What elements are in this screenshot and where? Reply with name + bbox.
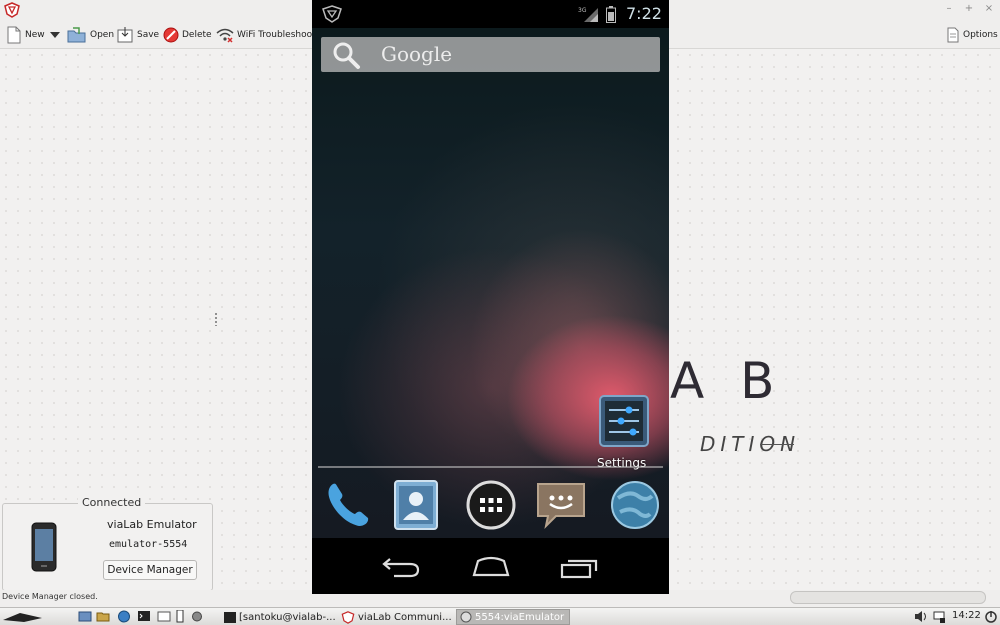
settings-launcher-icon[interactable] — [190, 610, 204, 623]
new-dropdown-button[interactable] — [50, 24, 60, 46]
contacts-icon[interactable] — [389, 478, 443, 532]
settings-icon — [599, 395, 649, 447]
wifi-troubleshooting-button[interactable]: WiFi Troubleshootin — [216, 24, 324, 46]
navigation-bar — [312, 538, 669, 594]
delete-icon — [163, 27, 179, 43]
new-button[interactable]: New — [6, 24, 45, 46]
phone-icon[interactable] — [321, 478, 375, 532]
horizontal-scrollbar[interactable] — [790, 591, 986, 604]
save-icon — [117, 27, 133, 43]
minimize-button[interactable]: – — [944, 2, 954, 16]
options-button-label: Options — [963, 30, 998, 40]
brand-text: A B — [670, 352, 785, 410]
app-logo-icon — [4, 2, 20, 18]
browser-icon[interactable] — [608, 478, 662, 532]
taskbar-item-terminal-label: [santoku@vialab-... — [239, 611, 336, 623]
new-button-label: New — [25, 30, 45, 40]
search-icon — [333, 42, 360, 69]
file-manager-icon[interactable] — [96, 610, 110, 623]
device-manager-button[interactable]: Device Manager — [103, 560, 197, 580]
window-switcher-icon[interactable] — [157, 610, 171, 623]
android-status-bar: 3G 7:22 — [312, 0, 669, 28]
close-window-button[interactable]: × — [984, 2, 994, 16]
open-button[interactable]: Open — [67, 24, 114, 46]
taskbar-clock: 14:22 — [952, 610, 981, 621]
new-document-icon — [7, 26, 21, 44]
home-icon[interactable] — [470, 553, 512, 579]
window-controls: – + × — [944, 2, 994, 16]
wifi-icon — [216, 28, 234, 43]
status-message: Device Manager closed. — [2, 592, 98, 601]
power-icon[interactable] — [984, 610, 998, 623]
maximize-button[interactable]: + — [964, 2, 974, 16]
taskbar-item-emulator[interactable]: 5554:viaEmulator — [456, 609, 570, 625]
device-launcher-icon[interactable] — [176, 610, 184, 623]
back-icon[interactable] — [380, 553, 422, 579]
device-name: viaLab Emulator — [107, 518, 197, 531]
settings-shortcut[interactable]: Settings — [597, 395, 653, 477]
open-button-label: Open — [90, 30, 115, 40]
save-button-label: Save — [137, 30, 160, 40]
vialab-notification-icon — [322, 5, 342, 23]
volume-icon[interactable] — [914, 610, 928, 623]
app-drawer-icon[interactable] — [464, 478, 518, 532]
device-id: emulator-5554 — [109, 539, 188, 550]
terminal-icon — [224, 611, 236, 623]
battery-icon — [606, 6, 616, 23]
splitter-handle[interactable] — [214, 312, 218, 326]
show-desktop-icon[interactable] — [78, 610, 92, 623]
dock-divider — [318, 466, 663, 468]
options-icon — [947, 27, 959, 43]
open-folder-icon — [67, 27, 86, 43]
options-button[interactable]: Options — [946, 24, 998, 46]
network-type-label: 3G — [578, 7, 587, 14]
delete-button-label: Delete — [182, 30, 212, 40]
wifi-troubleshooting-label: WiFi Troubleshootin — [237, 30, 324, 40]
taskbar-item-vialab-label: viaLab Communi... — [358, 611, 452, 623]
browser-launcher-icon[interactable] — [117, 610, 131, 623]
start-menu-icon[interactable] — [2, 610, 44, 623]
phone-device-icon — [31, 522, 57, 572]
messaging-icon[interactable] — [534, 478, 588, 532]
brand-line — [760, 444, 794, 445]
taskbar-item-terminal[interactable]: [santoku@vialab-... — [221, 609, 339, 625]
taskbar-item-vialab[interactable]: viaLab Communi... — [338, 609, 455, 625]
chevron-down-icon — [50, 32, 60, 38]
android-emulator[interactable]: 3G 7:22 Google Settings — [312, 0, 669, 594]
delete-button[interactable]: Delete — [163, 24, 212, 46]
vialab-icon — [341, 610, 355, 624]
google-search-bar[interactable]: Google — [321, 37, 660, 72]
signal-3g-icon: 3G — [578, 7, 598, 22]
recent-apps-icon[interactable] — [558, 553, 600, 579]
connected-panel: Connected viaLab Emulator emulator-5554 … — [2, 496, 213, 591]
taskbar: [santoku@vialab-... viaLab Communi... 55… — [0, 607, 1000, 625]
taskbar-item-emulator-label: 5554:viaEmulator — [475, 611, 565, 623]
google-search-label: Google — [381, 42, 453, 66]
connected-title: Connected — [78, 496, 146, 509]
network-icon[interactable] — [932, 610, 946, 623]
save-button[interactable]: Save — [116, 24, 159, 46]
android-clock: 7:22 — [626, 4, 662, 23]
terminal-launcher-icon[interactable] — [137, 610, 151, 623]
emulator-icon — [460, 611, 472, 623]
